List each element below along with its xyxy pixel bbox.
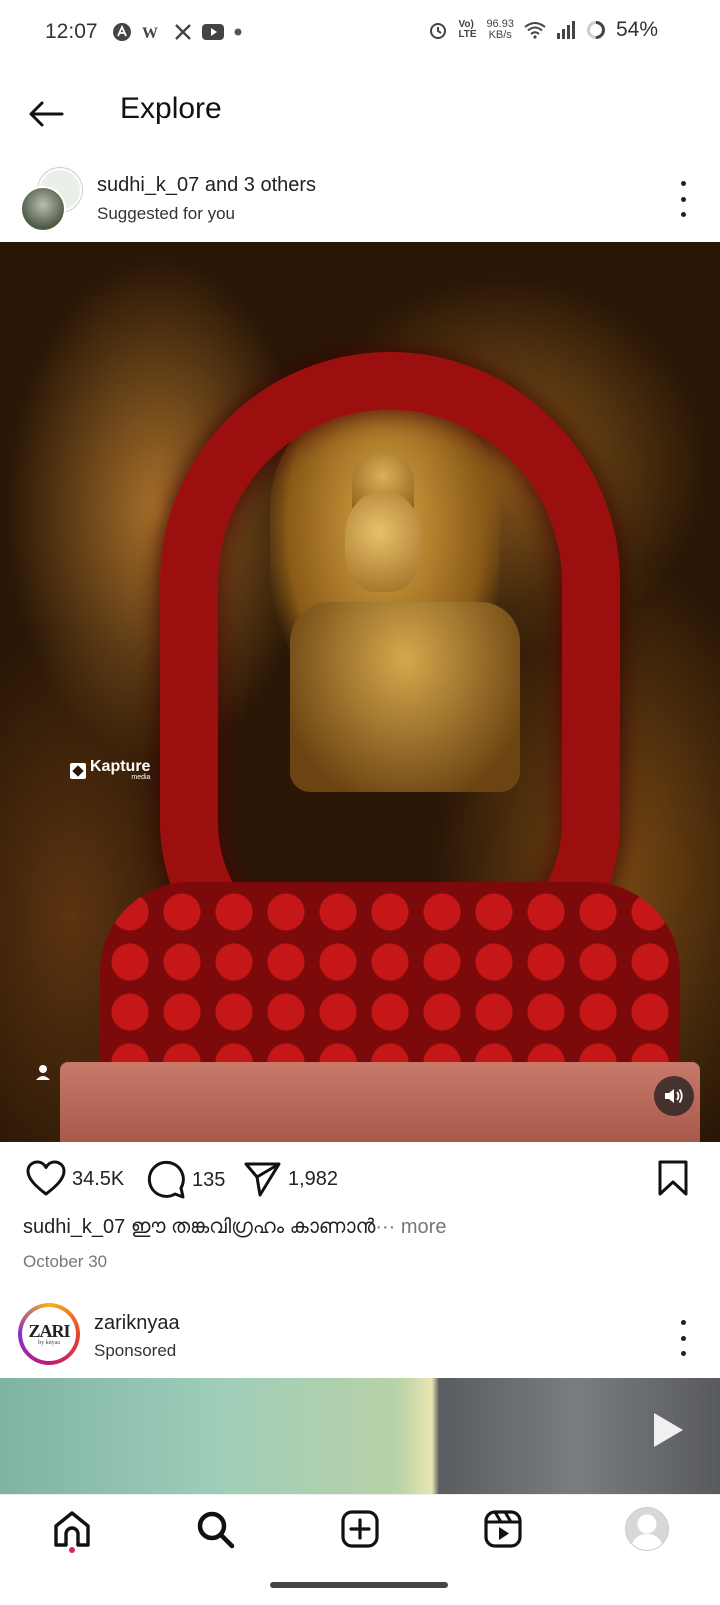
share-button[interactable]: 1,982 — [244, 1160, 338, 1198]
dot-icon — [234, 28, 242, 36]
kapture-logo-icon — [70, 762, 86, 779]
battery-ring-icon — [586, 21, 605, 40]
bottom-nav — [0, 1494, 720, 1565]
reels-icon — [484, 1510, 522, 1548]
share-count: 1,982 — [288, 1167, 339, 1190]
post-action-bar: 34.5K 135 1,982 — [0, 1150, 720, 1210]
watermark: Kapture media — [70, 759, 150, 781]
avatar — [20, 186, 66, 232]
top-header: Explore — [0, 80, 720, 146]
sound-toggle-button[interactable] — [654, 1076, 694, 1116]
home-indicator[interactable] — [270, 1582, 448, 1588]
caption-username[interactable]: sudhi_k_07 — [23, 1216, 125, 1238]
like-count: 34.5K — [72, 1167, 125, 1190]
idol-head — [345, 492, 421, 592]
youtube-icon — [202, 24, 224, 40]
caption-more-link[interactable]: more — [401, 1216, 447, 1238]
post-avatar-stack[interactable] — [20, 168, 82, 232]
post-date: October 30 — [23, 1252, 108, 1271]
status-indicators: Vo) LTE 96.93 KB/s 54% — [428, 18, 658, 42]
nav-home[interactable] — [50, 1507, 94, 1551]
rose-pile — [100, 882, 680, 1072]
post-options-icon[interactable] — [671, 181, 695, 217]
svg-text:W: W — [142, 25, 158, 42]
page-title: Explore — [120, 92, 222, 125]
post-options-icon[interactable] — [671, 1320, 695, 1356]
bookmark-icon[interactable] — [657, 1160, 689, 1196]
heart-icon — [26, 1160, 66, 1196]
alarm-icon — [430, 23, 447, 39]
w-icon: W — [142, 25, 158, 42]
post-username[interactable]: sudhi_k_07 and 3 others — [97, 174, 316, 197]
status-app-icons: W — [112, 20, 242, 44]
post-media[interactable]: Kapture media — [0, 242, 720, 1142]
sponsored-label: Sponsored — [94, 1341, 177, 1360]
altar-cloth — [60, 1062, 700, 1142]
signal-icon — [556, 21, 575, 39]
comment-button[interactable]: 135 — [146, 1160, 225, 1200]
status-time: 12:07 — [45, 20, 98, 43]
caption-text: ഈ തങ്കവിഗ്രഹം കാണാൻ — [130, 1216, 376, 1238]
nav-create[interactable] — [338, 1507, 382, 1551]
back-arrow-icon[interactable] — [24, 92, 68, 136]
notification-dot — [69, 1547, 75, 1553]
sponsor-logo: ZARI by knyaa — [22, 1307, 76, 1361]
nav-profile[interactable] — [625, 1507, 669, 1551]
wifi-icon — [524, 22, 546, 39]
create-icon — [341, 1510, 379, 1548]
play-icon[interactable] — [650, 1410, 686, 1450]
sponsor-avatar[interactable]: ZARI by knyaa — [18, 1303, 80, 1365]
sponsored-media[interactable] — [0, 1378, 720, 1494]
post-caption[interactable]: sudhi_k_07 ഈ തങ്കവിഗ്രഹം കാണാൻ··· more — [23, 1216, 446, 1239]
comment-icon — [147, 1160, 185, 1199]
speaker-icon — [665, 1088, 683, 1104]
status-bar: 12:07 W Vo) LTE 96.93 KB/s 54% — [0, 0, 720, 64]
data-rate: 96.93 KB/s — [486, 18, 514, 41]
sponsor-username[interactable]: zariknyaa — [94, 1312, 180, 1335]
nav-search[interactable] — [193, 1507, 237, 1551]
comment-count: 135 — [192, 1168, 226, 1191]
x-icon — [175, 24, 191, 40]
nav-reels[interactable] — [481, 1507, 525, 1551]
profile-avatar — [625, 1507, 669, 1551]
network-label: Vo) LTE — [458, 19, 477, 40]
home-icon — [54, 1511, 90, 1547]
post-suggestion-label: Suggested for you — [97, 204, 235, 223]
search-icon — [197, 1511, 235, 1549]
send-icon — [244, 1162, 281, 1197]
idol-body — [290, 602, 520, 792]
battery-percent: 54% — [615, 18, 658, 41]
tagged-people-icon[interactable] — [30, 1060, 56, 1086]
assistant-icon — [113, 23, 131, 41]
like-button[interactable]: 34.5K — [26, 1160, 124, 1198]
caption-ellipsis: ··· — [375, 1216, 396, 1238]
